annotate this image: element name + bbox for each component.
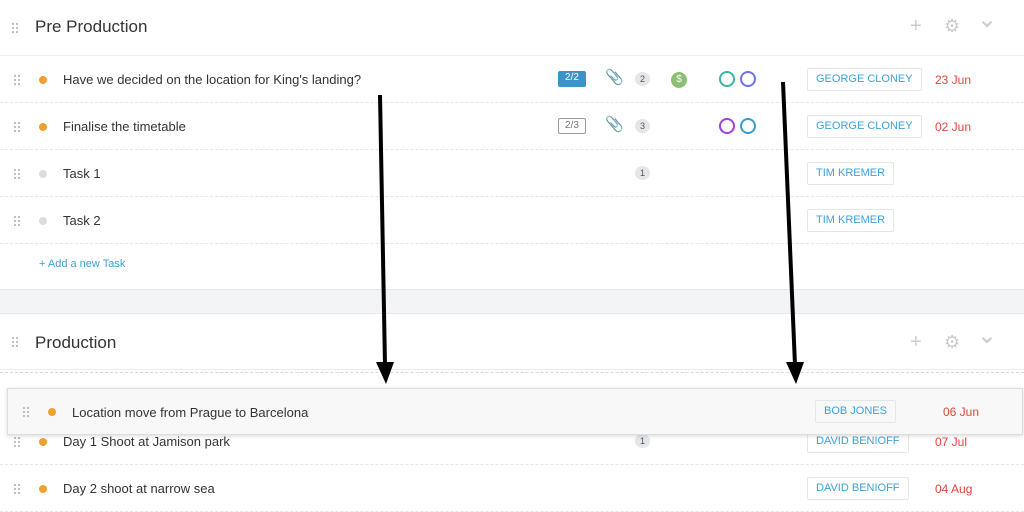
arrow-line bbox=[781, 81, 797, 366]
annotation-arrows bbox=[376, 81, 804, 384]
arrow-head-icon bbox=[786, 362, 804, 384]
arrow-line bbox=[378, 94, 387, 366]
arrow-head-icon bbox=[376, 362, 394, 384]
